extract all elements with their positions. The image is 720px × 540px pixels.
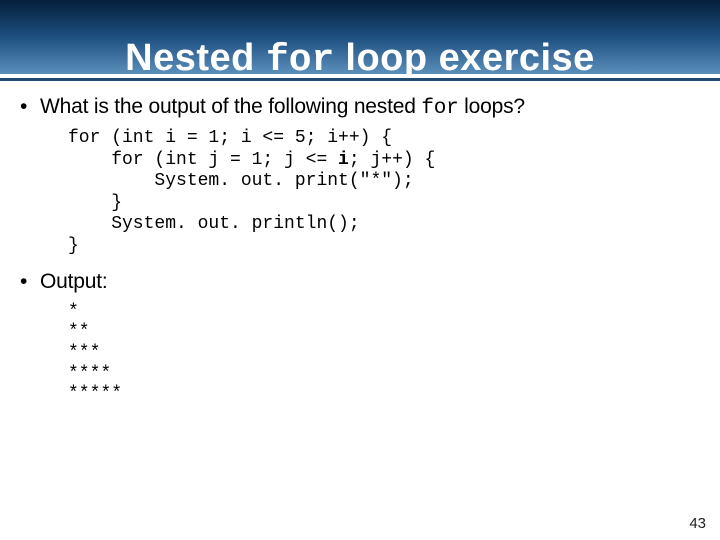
bullet-output: • Output: bbox=[20, 270, 700, 294]
bullet-dot-icon: • bbox=[20, 270, 40, 294]
slide: Nested for loop exercise • What is the o… bbox=[0, 0, 720, 540]
q-mono: for bbox=[421, 97, 458, 120]
code-l5: System. out. println(); bbox=[68, 214, 360, 234]
code-l6: } bbox=[68, 236, 79, 256]
code-l2b: i bbox=[338, 150, 349, 170]
page-number: 43 bbox=[689, 515, 706, 532]
code-block: for (int i = 1; i <= 5; i++) { for (int … bbox=[68, 128, 700, 258]
code-l2a: for (int j = 1; j <= bbox=[68, 150, 338, 170]
code-l4: } bbox=[68, 193, 122, 213]
title-post: loop exercise bbox=[334, 37, 594, 79]
title-pre: Nested bbox=[125, 37, 266, 79]
bullet-output-label: Output: bbox=[40, 270, 107, 294]
code-l1: for (int i = 1; i <= 5; i++) { bbox=[68, 128, 392, 148]
slide-title: Nested for loop exercise bbox=[125, 39, 595, 80]
code-l2c: ; j++) { bbox=[349, 150, 435, 170]
q-post: loops? bbox=[459, 95, 525, 118]
bullet-question: • What is the output of the following ne… bbox=[20, 95, 700, 120]
bullet-dot-icon: • bbox=[20, 95, 40, 119]
code-l3: System. out. print("*"); bbox=[68, 171, 414, 191]
bullet-question-text: What is the output of the following nest… bbox=[40, 95, 525, 120]
title-band: Nested for loop exercise bbox=[0, 0, 720, 74]
slide-body: • What is the output of the following ne… bbox=[0, 81, 720, 405]
q-pre: What is the output of the following nest… bbox=[40, 95, 421, 118]
title-mono: for bbox=[266, 39, 334, 82]
output-block: * ** *** **** ***** bbox=[68, 302, 700, 405]
